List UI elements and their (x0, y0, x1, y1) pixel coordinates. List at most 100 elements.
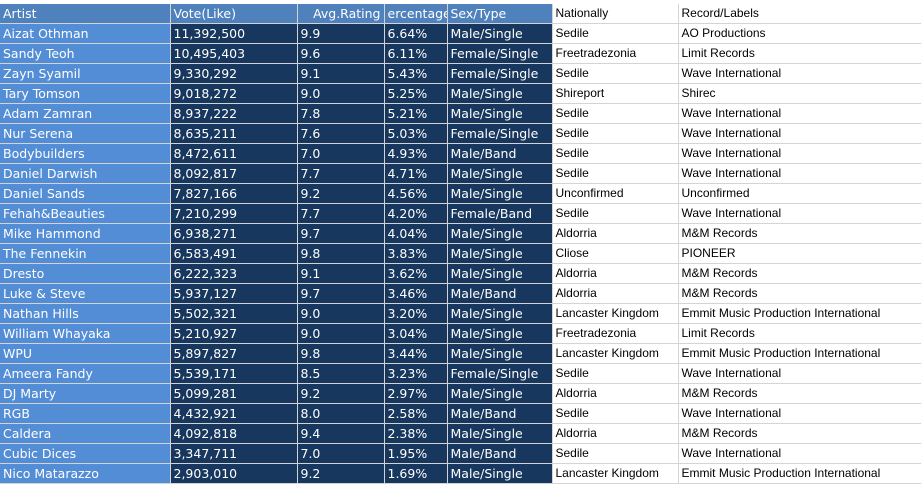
cell-artist[interactable]: Nico Matarazzo (0, 463, 171, 484)
cell-percentage[interactable]: 4.04% (384, 223, 448, 244)
cell-vote[interactable]: 9,018,272 (170, 83, 298, 104)
cell-percentage[interactable]: 3.46% (384, 283, 448, 304)
cell-percentage[interactable]: 5.43% (384, 63, 448, 84)
cell-nationally[interactable]: Sedile (552, 123, 679, 144)
cell-avg-rating[interactable]: 9.6 (297, 43, 385, 64)
header-sex-type[interactable]: Sex/Type (447, 4, 553, 24)
cell-vote[interactable]: 8,472,611 (170, 143, 298, 164)
cell-vote[interactable]: 6,583,491 (170, 243, 298, 264)
cell-nationally[interactable]: Unconfirmed (552, 183, 679, 204)
cell-artist[interactable]: Caldera (0, 423, 171, 444)
cell-artist[interactable]: Sandy Teoh (0, 43, 171, 64)
cell-record-label[interactable]: Wave International (678, 363, 921, 384)
cell-record-label[interactable]: Wave International (678, 123, 921, 144)
cell-record-label[interactable]: M&M Records (678, 283, 921, 304)
cell-artist[interactable]: Zayn Syamil (0, 63, 171, 84)
cell-sex-type[interactable]: Female/Single (447, 123, 553, 144)
cell-nationally[interactable]: Sedile (552, 143, 679, 164)
cell-nationally[interactable]: Sedile (552, 23, 679, 44)
cell-sex-type[interactable]: Male/Single (447, 243, 553, 264)
cell-percentage[interactable]: 4.56% (384, 183, 448, 204)
cell-record-label[interactable]: Shirec (678, 83, 921, 104)
cell-record-label[interactable]: Wave International (678, 443, 921, 464)
cell-nationally[interactable]: Lancaster Kingdom (552, 463, 679, 484)
cell-vote[interactable]: 9,330,292 (170, 63, 298, 84)
cell-nationally[interactable]: Sedile (552, 163, 679, 184)
cell-sex-type[interactable]: Male/Band (447, 443, 553, 464)
cell-nationally[interactable]: Aldorria (552, 283, 679, 304)
cell-vote[interactable]: 11,392,500 (170, 23, 298, 44)
cell-percentage[interactable]: 3.20% (384, 303, 448, 324)
cell-sex-type[interactable]: Male/Single (447, 343, 553, 364)
cell-artist[interactable]: William Whayaka (0, 323, 171, 344)
cell-avg-rating[interactable]: 7.6 (297, 123, 385, 144)
cell-avg-rating[interactable]: 9.0 (297, 303, 385, 324)
cell-vote[interactable]: 6,222,323 (170, 263, 298, 284)
cell-vote[interactable]: 2,903,010 (170, 463, 298, 484)
cell-record-label[interactable]: M&M Records (678, 383, 921, 404)
cell-artist[interactable]: The Fennekin (0, 243, 171, 264)
cell-artist[interactable]: Daniel Darwish (0, 163, 171, 184)
cell-avg-rating[interactable]: 9.8 (297, 343, 385, 364)
header-vote[interactable]: Vote(Like) (170, 4, 298, 24)
cell-vote[interactable]: 5,897,827 (170, 343, 298, 364)
cell-avg-rating[interactable]: 9.4 (297, 423, 385, 444)
cell-nationally[interactable]: Freetradezonia (552, 323, 679, 344)
cell-vote[interactable]: 7,210,299 (170, 203, 298, 224)
cell-nationally[interactable]: Sedile (552, 363, 679, 384)
cell-artist[interactable]: Dresto (0, 263, 171, 284)
cell-nationally[interactable]: Lancaster Kingdom (552, 303, 679, 324)
cell-vote[interactable]: 7,827,166 (170, 183, 298, 204)
cell-percentage[interactable]: 5.25% (384, 83, 448, 104)
cell-artist[interactable]: Fehah&Beauties (0, 203, 171, 224)
header-percentage[interactable]: ercentage (384, 4, 448, 24)
cell-record-label[interactable]: Emmit Music Production International (678, 343, 921, 364)
cell-record-label[interactable]: Wave International (678, 63, 921, 84)
cell-record-label[interactable]: AO Productions (678, 23, 921, 44)
cell-percentage[interactable]: 4.20% (384, 203, 448, 224)
cell-vote[interactable]: 5,502,321 (170, 303, 298, 324)
cell-nationally[interactable]: Freetradezonia (552, 43, 679, 64)
cell-artist[interactable]: Daniel Sands (0, 183, 171, 204)
cell-record-label[interactable]: Limit Records (678, 43, 921, 64)
cell-avg-rating[interactable]: 9.0 (297, 83, 385, 104)
cell-vote[interactable]: 5,539,171 (170, 363, 298, 384)
cell-avg-rating[interactable]: 8.0 (297, 403, 385, 424)
cell-nationally[interactable]: Aldorria (552, 383, 679, 404)
cell-percentage[interactable]: 5.21% (384, 103, 448, 124)
cell-vote[interactable]: 8,635,211 (170, 123, 298, 144)
cell-nationally[interactable]: Lancaster Kingdom (552, 343, 679, 364)
cell-nationally[interactable]: Sedile (552, 203, 679, 224)
header-record-labels[interactable]: Record/Labels (678, 4, 921, 24)
cell-vote[interactable]: 6,938,271 (170, 223, 298, 244)
cell-avg-rating[interactable]: 9.2 (297, 183, 385, 204)
cell-percentage[interactable]: 3.83% (384, 243, 448, 264)
cell-avg-rating[interactable]: 9.7 (297, 223, 385, 244)
cell-nationally[interactable]: Aldorria (552, 223, 679, 244)
cell-sex-type[interactable]: Male/Band (447, 143, 553, 164)
cell-vote[interactable]: 3,347,711 (170, 443, 298, 464)
cell-percentage[interactable]: 1.69% (384, 463, 448, 484)
cell-avg-rating[interactable]: 7.7 (297, 163, 385, 184)
cell-artist[interactable]: WPU (0, 343, 171, 364)
cell-artist[interactable]: Bodybuilders (0, 143, 171, 164)
cell-nationally[interactable]: Shireport (552, 83, 679, 104)
cell-percentage[interactable]: 3.04% (384, 323, 448, 344)
cell-record-label[interactable]: Wave International (678, 163, 921, 184)
cell-nationally[interactable]: Sedile (552, 403, 679, 424)
cell-percentage[interactable]: 3.44% (384, 343, 448, 364)
cell-sex-type[interactable]: Male/Single (447, 163, 553, 184)
cell-record-label[interactable]: Wave International (678, 143, 921, 164)
cell-artist[interactable]: Adam Zamran (0, 103, 171, 124)
cell-vote[interactable]: 8,937,222 (170, 103, 298, 124)
cell-avg-rating[interactable]: 7.7 (297, 203, 385, 224)
cell-record-label[interactable]: M&M Records (678, 223, 921, 244)
cell-artist[interactable]: Aizat Othman (0, 23, 171, 44)
cell-sex-type[interactable]: Female/Single (447, 43, 553, 64)
cell-artist[interactable]: Nathan Hills (0, 303, 171, 324)
cell-percentage[interactable]: 1.95% (384, 443, 448, 464)
cell-sex-type[interactable]: Male/Single (447, 223, 553, 244)
cell-record-label[interactable]: Emmit Music Production International (678, 463, 921, 484)
cell-record-label[interactable]: M&M Records (678, 263, 921, 284)
cell-vote[interactable]: 5,210,927 (170, 323, 298, 344)
